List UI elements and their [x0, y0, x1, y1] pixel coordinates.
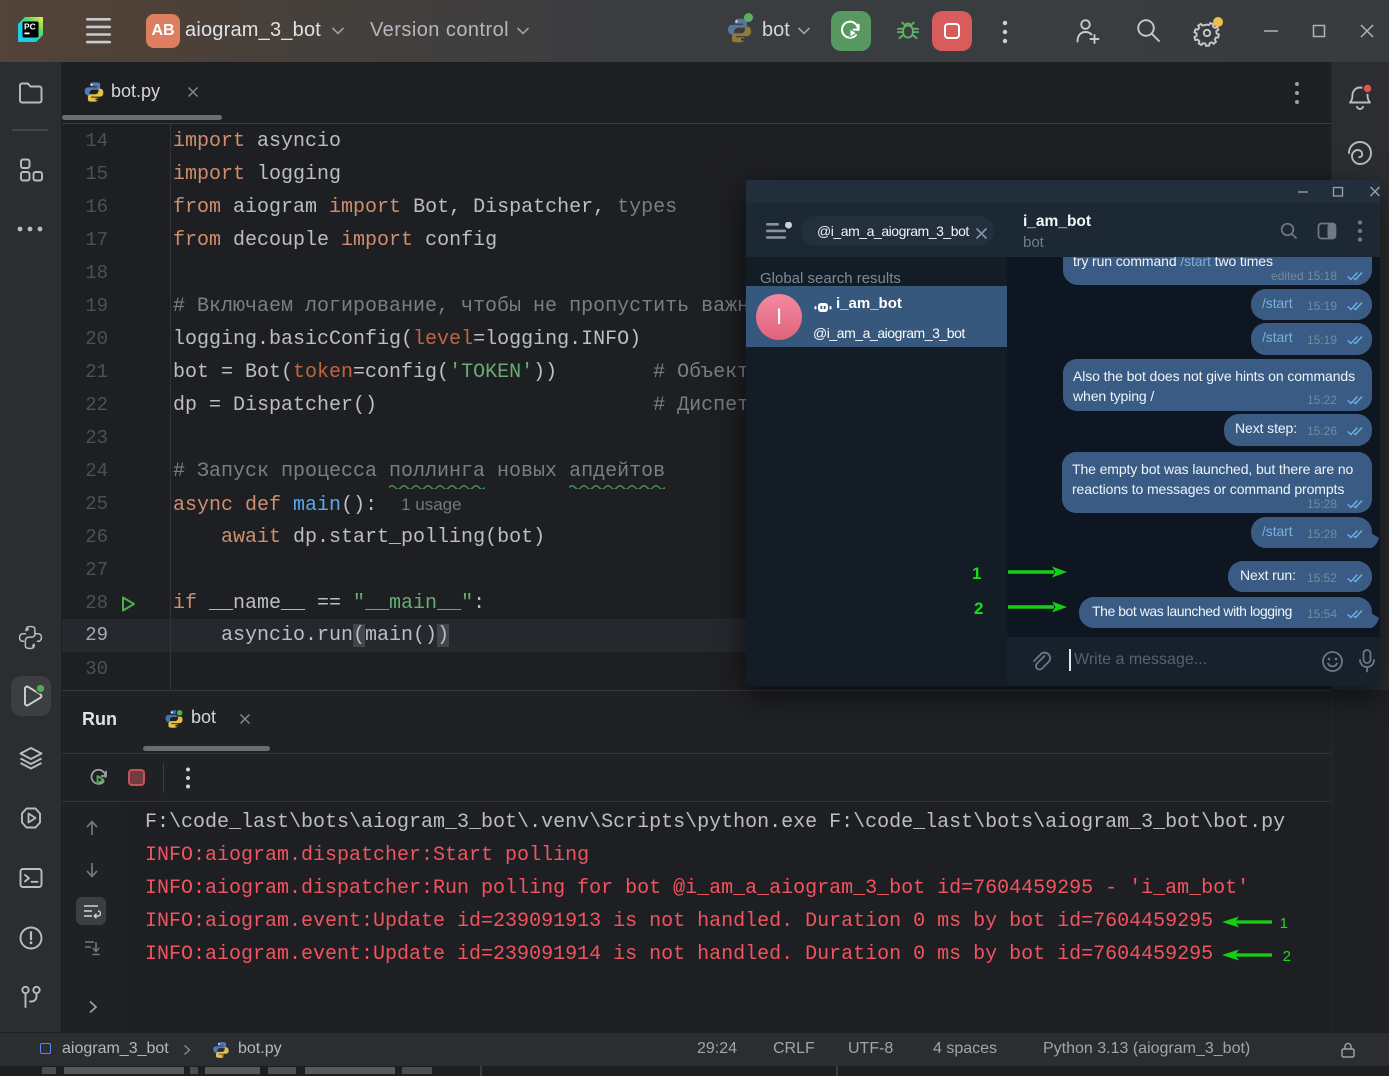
svg-text:1: 1	[972, 564, 981, 583]
svg-text:2: 2	[974, 599, 983, 618]
svg-text:PC: PC	[24, 22, 36, 32]
svg-text:2: 2	[1283, 948, 1291, 964]
svg-text:1: 1	[1280, 915, 1288, 931]
